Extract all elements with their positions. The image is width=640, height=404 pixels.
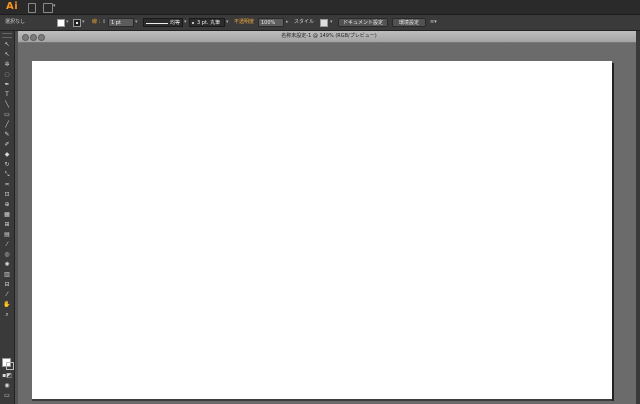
graphic-style-swatch[interactable] [320,18,328,27]
control-bar: 選択なし ▾ ▾ 線 : ⇕ 1 pt ▾ 均等 ▾ 3 pt. 丸筆 ▾ 不透… [0,15,640,31]
zoom-tool-icon[interactable]: ⌕ [2,311,12,318]
mesh-tool-icon[interactable]: ⊞ [2,221,12,228]
artboard-shadow [32,399,612,401]
stroke-weight-field[interactable]: 1 pt [108,18,134,27]
column-graph-tool-icon[interactable]: ▥ [2,271,12,278]
document-title: 名称未設定-1 @ 149% (RGB/プレビュー) [281,33,377,39]
scale-tool-icon[interactable]: ⤡ [2,171,12,178]
document-setup-button[interactable]: ドキュメント設定 [338,18,388,27]
document-title-bar[interactable]: 名称未設定-1 @ 149% (RGB/プレビュー) [18,31,640,43]
stroke-swatch[interactable] [73,18,81,27]
magic-wand-tool-icon[interactable]: ✲ [2,61,12,68]
shape-builder-tool-icon[interactable]: ⊕ [2,201,12,208]
opacity-label[interactable]: 不透明度 [234,18,254,27]
selection-status: 選択なし [5,19,26,25]
style-label: スタイル [294,19,315,25]
stepper-icon[interactable]: ⇕ [102,18,106,27]
symbol-sprayer-tool-icon[interactable]: ✺ [2,261,12,268]
color-mode-icons[interactable]: ▪◩ [2,372,12,379]
stroke-label[interactable]: 線 : [92,18,100,27]
chevron-down-icon[interactable]: ▾ [82,18,85,27]
line-segment-tool-icon[interactable]: ╲ [2,101,12,108]
paintbrush-tool-icon[interactable]: ╱ [2,121,12,128]
bridge-icon[interactable] [28,3,36,13]
variable-width-profile[interactable]: 均等 [143,18,183,27]
eyedropper-tool-icon[interactable]: ⁄ [2,241,12,248]
screen-mode-icon[interactable]: ▭ [2,392,12,399]
blob-brush-tool-icon[interactable]: ✐ [2,141,12,148]
panel-grip[interactable] [2,33,12,38]
stroke-profile-line-icon [146,22,168,24]
panel-menu-icon[interactable]: ≡▾ [430,18,437,27]
chevron-down-icon[interactable]: ▾ [330,18,333,27]
preferences-button[interactable]: 環境設定 [392,18,426,27]
blend-tool-icon[interactable]: ◎ [2,251,12,258]
chevron-down-icon[interactable]: ▾ [226,18,229,27]
gradient-tool-icon[interactable]: ▤ [2,231,12,238]
brush-definition[interactable]: 3 pt. 丸筆 [189,18,225,27]
chevron-right-icon[interactable]: ▸ [286,18,289,27]
selection-tool-icon[interactable]: ↖ [2,41,12,48]
brush-label: 3 pt. 丸筆 [197,20,221,26]
slice-tool-icon[interactable]: ⁄ [2,291,12,298]
artboard-tool-icon[interactable]: ⊟ [2,281,12,288]
free-transform-tool-icon[interactable]: ⊡ [2,191,12,198]
perspective-grid-tool-icon[interactable]: ▦ [2,211,12,218]
app-logo: Ai [6,1,19,12]
pencil-tool-icon[interactable]: ✎ [2,131,12,138]
direct-selection-tool-icon[interactable]: ↖ [2,51,12,58]
chevron-down-icon[interactable]: ▾ [135,18,138,27]
stroke-color-swatch[interactable] [6,362,14,370]
draw-mode-icon[interactable]: ◉ [2,382,12,389]
lasso-tool-icon[interactable]: ◌ [2,71,12,78]
document-window: 名称未設定-1 @ 149% (RGB/プレビュー) [18,31,640,404]
type-tool-icon[interactable]: T [2,91,12,98]
right-panel-edge [636,31,640,404]
hand-tool-icon[interactable]: ✋ [2,301,12,308]
artboard[interactable] [32,61,612,399]
rotate-tool-icon[interactable]: ↻ [2,161,12,168]
chevron-down-icon[interactable]: ▾ [184,18,187,27]
chevron-down-icon[interactable]: ▾ [53,3,56,9]
width-tool-icon[interactable]: ≍ [2,181,12,188]
brush-dot-icon [192,22,194,24]
stroke-profile-label: 均等 [170,20,181,26]
chevron-down-icon[interactable]: ▾ [66,18,69,27]
arrange-documents-icon[interactable] [43,3,53,13]
eraser-tool-icon[interactable]: ◆ [2,151,12,158]
tools-panel: ↖ ↖ ✲ ◌ ✒ T ╲ ▭ ╱ ✎ ✐ ◆ ↻ ⤡ ≍ ⊡ ⊕ ▦ ⊞ ▤ … [0,31,15,404]
fill-swatch[interactable] [57,18,65,27]
rectangle-tool-icon[interactable]: ▭ [2,111,12,118]
opacity-field[interactable]: 100% [258,18,284,27]
application-bar: Ai ▾ [0,0,640,15]
pen-tool-icon[interactable]: ✒ [2,81,12,88]
